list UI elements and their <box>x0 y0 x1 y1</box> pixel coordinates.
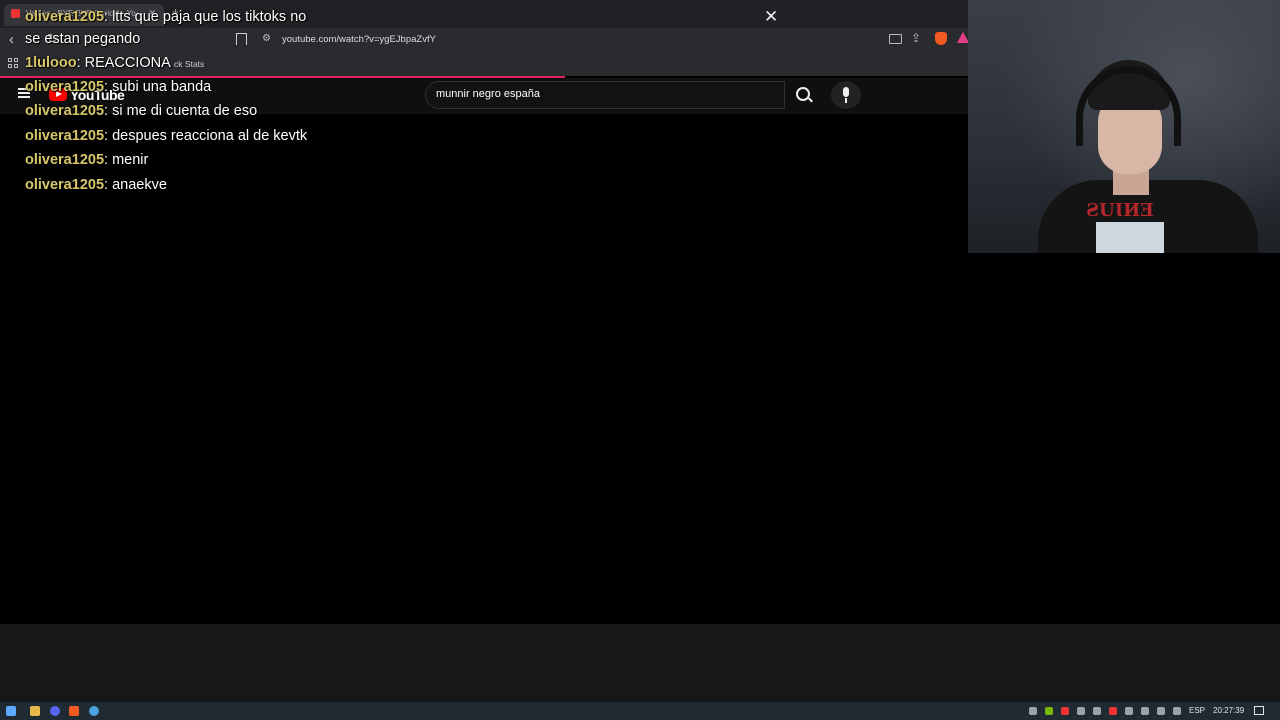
tray-app-icon[interactable] <box>1109 707 1117 715</box>
site-info-icon[interactable]: ⚙ <box>262 33 271 44</box>
url-field[interactable]: ⚙ youtube.com/watch?v=ygEJbpaZvfY <box>256 31 876 49</box>
notification-icon[interactable] <box>1254 706 1264 715</box>
url-text[interactable]: youtube.com/watch?v=ygEJbpaZvfY <box>282 34 436 45</box>
clear-search-icon[interactable]: ✕ <box>764 7 778 27</box>
voice-search-button[interactable] <box>831 81 861 109</box>
chat-username: olivera1205 <box>25 9 105 25</box>
share-icon[interactable]: ⇪ <box>911 31 921 45</box>
search-box[interactable] <box>425 81 785 109</box>
chat-message-continuation: se estan pegando <box>25 31 141 47</box>
chat-message: olivera1205: anaekve <box>25 177 167 193</box>
cast-icon[interactable] <box>889 34 902 44</box>
shirt-print: ƧUƖИƎ <box>1086 200 1154 221</box>
chat-username: olivera1205 <box>25 152 105 168</box>
chat-message: olivera1205: despues reacciona al de kev… <box>25 128 307 144</box>
brave-browser-icon[interactable] <box>69 706 79 716</box>
chat-message: olivera1205: ltts que paja que los tikto… <box>25 9 306 25</box>
chat-text: : subi una banda <box>104 79 212 95</box>
chat-message: 1lulooo: REACCIONA <box>25 55 171 71</box>
chat-text: : menir <box>104 152 149 168</box>
volume-icon[interactable] <box>1173 707 1181 715</box>
brave-shields-icon[interactable] <box>935 32 947 45</box>
chat-message: olivera1205: menir <box>25 152 148 168</box>
windows-taskbar: ESP 20:27:39 <box>0 702 1280 720</box>
chat-text: : REACCIONA <box>76 55 171 71</box>
back-icon[interactable]: ‹ <box>9 31 14 48</box>
microphone-icon <box>843 87 849 97</box>
tray-app-icon[interactable] <box>1093 707 1101 715</box>
chat-username: 1lulooo <box>25 55 77 71</box>
chat-text: : despues reacciona al de kevtk <box>104 128 308 144</box>
start-icon[interactable] <box>6 706 16 716</box>
chat-username: olivera1205 <box>25 103 105 119</box>
tray-app-icon[interactable] <box>1029 707 1037 715</box>
webcam-feed: ƧUƖИƎ <box>968 0 1280 253</box>
chrome-icon[interactable] <box>89 706 99 716</box>
clock[interactable]: 20:27:39 <box>1213 706 1244 715</box>
chat-text: : ltts que paja que los tiktoks no <box>104 9 307 25</box>
address-bar: ‹ ↻ ⚙ youtube.com/watch?v=ygEJbpaZvfY <box>0 28 968 52</box>
file-explorer-icon[interactable] <box>30 706 40 716</box>
chat-username: olivera1205 <box>25 128 105 144</box>
tray-app-icon[interactable] <box>1125 707 1133 715</box>
youtube-favicon-icon <box>11 9 20 18</box>
apps-grid-icon[interactable] <box>8 58 18 68</box>
search-button[interactable] <box>785 81 821 109</box>
search-input[interactable] <box>434 87 758 101</box>
shirt-photo <box>1096 222 1164 253</box>
chat-username: olivera1205 <box>25 79 105 95</box>
page-lower-area <box>0 624 1280 702</box>
bookmark-item-stats[interactable]: ck Stats <box>174 59 204 69</box>
discord-tray-icon[interactable] <box>1157 707 1165 715</box>
chat-username: olivera1205 <box>25 177 105 193</box>
chat-text: : si me di cuenta de eso <box>104 103 258 119</box>
chat-message: olivera1205: si me di cuenta de eso <box>25 103 257 119</box>
chat-message: olivera1205: subi una banda <box>25 79 211 95</box>
bookmark-icon[interactable] <box>236 33 247 45</box>
language-indicator[interactable]: ESP <box>1189 706 1205 715</box>
tray-record-icon[interactable] <box>1061 707 1069 715</box>
discord-icon[interactable] <box>50 706 60 716</box>
network-icon[interactable] <box>1141 707 1149 715</box>
tray-app-icon[interactable] <box>1077 707 1085 715</box>
nvidia-icon[interactable] <box>1045 707 1053 715</box>
chat-text: : anaekve <box>104 177 167 193</box>
